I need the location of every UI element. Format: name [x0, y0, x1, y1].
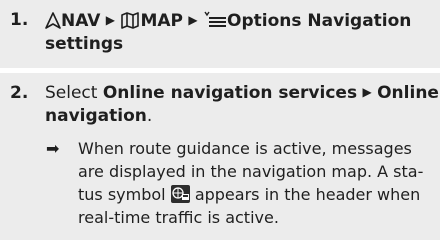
options-menu-icon — [204, 11, 227, 27]
map-label: MAP — [140, 11, 183, 31]
result-line-2: are displayed in the navigation map. A s… — [78, 162, 424, 181]
step-number: 2. — [10, 83, 29, 103]
map-icon — [121, 12, 140, 29]
period: . — [146, 106, 153, 126]
triangle-right-icon: ▶ — [362, 85, 372, 99]
navigation-arrow-icon — [45, 12, 61, 29]
select-word: Select — [45, 83, 98, 103]
options-navigation-text: Options Navigation — [227, 11, 412, 31]
result-line-1: When route guidance is active, messages — [78, 139, 412, 158]
result-line-4: real-time traffic is active. — [78, 208, 279, 227]
triangle-right-icon: ▶ — [105, 13, 116, 27]
instruction-step-2: 2. Select Online navigation services ▶ O… — [0, 73, 440, 240]
step-1-line-1: NAV ▶ MAP ▶ Options Navigation — [45, 10, 411, 32]
submenu-online-part2: navigation — [45, 106, 147, 126]
step-2-line-2: navigation. — [45, 106, 152, 126]
menu-item-online-navigation-services: Online navigation services — [102, 83, 358, 103]
step-2-line-1: Select Online navigation services ▶ Onli… — [45, 83, 439, 104]
triangle-right-icon: ▶ — [188, 13, 198, 27]
result-text-a: tus symbol — [78, 185, 166, 204]
settings-text: settings — [45, 34, 124, 54]
step-1-line-2: settings — [45, 34, 123, 54]
instruction-step-1: 1. NAV ▶ MAP ▶ Options Navigation settin… — [0, 0, 440, 68]
realtime-traffic-status-icon — [170, 185, 190, 203]
result-arrow-icon: ➡ — [46, 139, 60, 158]
result-text-b: appears in the header when — [194, 185, 421, 204]
submenu-online-part1: Online — [377, 83, 439, 103]
step-number: 1. — [10, 10, 29, 30]
nav-label: NAV — [61, 11, 101, 31]
result-line-3: tus symbol appears in the header when — [78, 185, 420, 205]
